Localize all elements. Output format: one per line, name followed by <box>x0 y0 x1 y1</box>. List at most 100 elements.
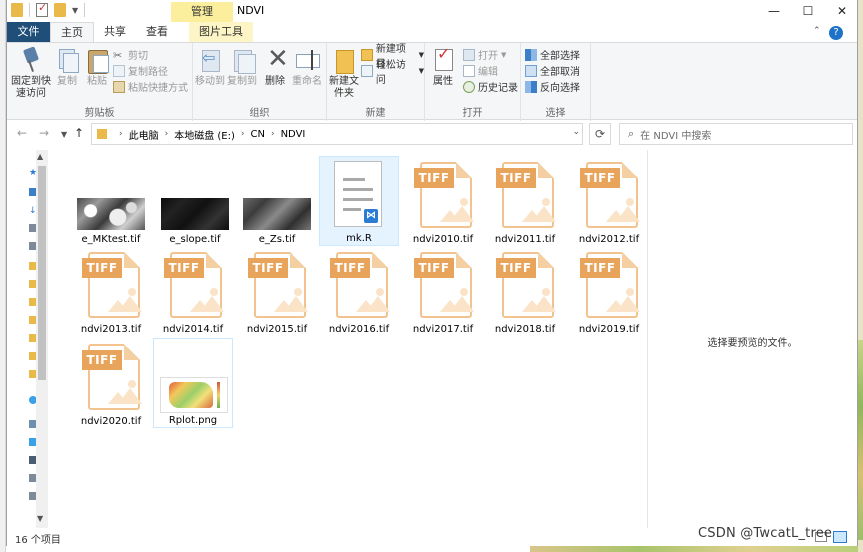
breadcrumb-cn[interactable]: CN <box>251 129 265 140</box>
chevron-right-icon[interactable]: › <box>165 129 169 139</box>
breadcrumb-ndvi[interactable]: NDVI <box>281 129 306 140</box>
file-item[interactable]: TIFF ndvi2019.tif <box>569 246 649 336</box>
back-arrow-icon[interactable]: ← <box>17 126 27 140</box>
properties-button[interactable]: 属性 <box>429 46 457 88</box>
tiff-file-icon: TIFF <box>496 160 556 232</box>
move-to-button[interactable]: 移动到 <box>195 46 225 88</box>
delete-button[interactable]: 删除 <box>263 44 289 88</box>
copy-button[interactable]: 复制 <box>53 46 81 88</box>
file-name: e_Zs.tif <box>258 234 296 245</box>
tab-share[interactable]: 共享 <box>94 22 136 42</box>
copy-path-label: 复制路径 <box>128 67 168 78</box>
tab-view[interactable]: 查看 <box>136 22 178 42</box>
maximize-button[interactable]: ☐ <box>791 0 825 22</box>
tab-home[interactable]: 主页 <box>50 22 94 42</box>
select-all-icon <box>525 48 537 61</box>
map-preview <box>169 382 213 408</box>
collapse-ribbon-chevron-icon[interactable]: ⌃ <box>813 26 821 36</box>
chevron-right-icon[interactable]: › <box>271 129 275 139</box>
preview-pane: 选择要预览的文件。 <box>647 150 857 528</box>
up-arrow-icon[interactable]: ↑ <box>74 126 84 140</box>
open-label: 打开 <box>478 51 498 62</box>
tiff-file-icon: TIFF <box>496 250 556 322</box>
file-item[interactable]: e_MKtest.tif <box>71 156 151 246</box>
search-placeholder: 在 NDVI 中搜索 <box>640 130 712 142</box>
large-icons-view-icon[interactable] <box>833 531 847 543</box>
new-folder-button[interactable]: 新建文件夹 <box>329 46 359 100</box>
address-history-chevron-icon[interactable]: ⌄ <box>572 127 580 137</box>
help-icon[interactable]: ? <box>829 26 843 40</box>
copy-label: 复制 <box>57 76 77 87</box>
paste-button[interactable]: 粘贴 <box>83 46 111 88</box>
file-item[interactable]: TIFF ndvi2013.tif <box>71 246 151 336</box>
tab-picture-tools[interactable]: 图片工具 <box>189 22 253 42</box>
pin-to-quick-access-button[interactable]: 固定到快速访问 <box>11 46 51 100</box>
edit-button[interactable]: 编辑 <box>463 63 498 78</box>
file-item[interactable]: TIFF ndvi2014.tif <box>153 246 233 336</box>
context-tab-group-label: 管理 <box>171 2 233 22</box>
delete-icon <box>263 44 291 74</box>
tiff-badge: TIFF <box>414 168 454 188</box>
close-button[interactable]: ✕ <box>825 0 859 22</box>
tiff-badge: TIFF <box>580 258 620 278</box>
chevron-right-icon[interactable]: › <box>241 129 245 139</box>
file-item[interactable]: TIFF ndvi2017.tif <box>403 246 483 336</box>
scrollbar-thumb[interactable] <box>38 166 46 380</box>
file-item[interactable]: TIFF ndvi2010.tif <box>403 156 483 246</box>
paste-shortcut-button[interactable]: 粘贴快捷方式 <box>113 79 188 94</box>
properties-label: 属性 <box>433 76 453 87</box>
forward-arrow-icon[interactable]: → <box>39 126 49 140</box>
scroll-up-icon[interactable]: ▲ <box>37 152 43 161</box>
file-item[interactable]: TIFF ndvi2012.tif <box>569 156 649 246</box>
file-name: ndvi2014.tif <box>162 324 224 335</box>
scroll-down-icon[interactable]: ▼ <box>37 514 43 523</box>
file-name: mk.R <box>346 233 372 244</box>
move-to-icon <box>196 46 224 74</box>
group-open: 属性 打开 ▼ 编辑 历史记录 打开 <box>425 43 521 121</box>
file-item[interactable]: TIFF ndvi2011.tif <box>485 156 565 246</box>
minimize-button[interactable]: — <box>757 0 791 22</box>
file-item[interactable]: TIFF ndvi2016.tif <box>319 246 399 336</box>
file-item-hovered[interactable]: Rplot.png <box>153 338 233 428</box>
file-item-selected[interactable]: ⋈ mk.R <box>319 156 399 246</box>
file-item[interactable]: e_slope.tif <box>155 156 235 246</box>
select-all-button[interactable]: 全部选择 <box>525 47 580 62</box>
file-item[interactable]: e_Zs.tif <box>237 156 317 246</box>
customize-toolbar-chevron-icon[interactable]: ▼ <box>72 6 78 15</box>
copy-path-button[interactable]: 复制路径 <box>113 63 168 78</box>
select-none-label: 全部取消 <box>540 67 580 78</box>
navigation-pane-scrollbar[interactable]: ▲ ▼ <box>36 150 48 528</box>
chevron-down-icon: ▼ <box>418 50 424 59</box>
refresh-button[interactable]: ⟳ <box>589 123 611 145</box>
tiff-file-icon: TIFF <box>82 250 142 322</box>
select-none-button[interactable]: 全部取消 <box>525 63 580 78</box>
tiff-file-icon: TIFF <box>414 250 474 322</box>
recent-locations-chevron-icon[interactable]: ▼ <box>61 130 67 139</box>
history-button[interactable]: 历史记录 <box>463 79 518 94</box>
copy-to-button[interactable]: 复制到 <box>227 46 257 88</box>
rename-button[interactable]: 重命名 <box>291 46 323 88</box>
file-name: ndvi2017.tif <box>412 324 474 335</box>
address-bar[interactable]: › 此电脑 › 本地磁盘 (E:) › CN › NDVI ⌄ <box>91 123 583 145</box>
invert-selection-button[interactable]: 反向选择 <box>525 79 580 94</box>
easy-access-button[interactable]: 轻松访问 ▼ <box>361 60 424 86</box>
file-name: Rplot.png <box>168 415 218 426</box>
tiff-file-icon: TIFF <box>580 250 640 322</box>
tab-file[interactable]: 文件 <box>7 22 50 42</box>
file-item[interactable]: TIFF ndvi2020.tif <box>71 338 151 428</box>
search-input[interactable]: ⌕ 在 NDVI 中搜索 <box>619 123 853 145</box>
properties-quick-icon[interactable] <box>36 1 48 17</box>
breadcrumb-this-pc[interactable]: 此电脑 <box>129 127 159 142</box>
open-button[interactable]: 打开 ▼ <box>463 47 506 62</box>
new-folder-quick-icon[interactable] <box>54 3 66 17</box>
cut-button[interactable]: 剪切 <box>113 47 148 62</box>
file-name: e_slope.tif <box>169 234 221 245</box>
tiff-badge: TIFF <box>82 350 122 370</box>
breadcrumb-drive-e[interactable]: 本地磁盘 (E:) <box>174 127 235 142</box>
file-item[interactable]: TIFF ndvi2018.tif <box>485 246 565 336</box>
preview-message: 选择要预览的文件。 <box>707 338 798 349</box>
file-name: ndvi2010.tif <box>412 234 474 245</box>
chevron-right-icon[interactable]: › <box>119 129 123 139</box>
file-item[interactable]: TIFF ndvi2015.tif <box>237 246 317 336</box>
scissors-icon <box>113 49 125 61</box>
